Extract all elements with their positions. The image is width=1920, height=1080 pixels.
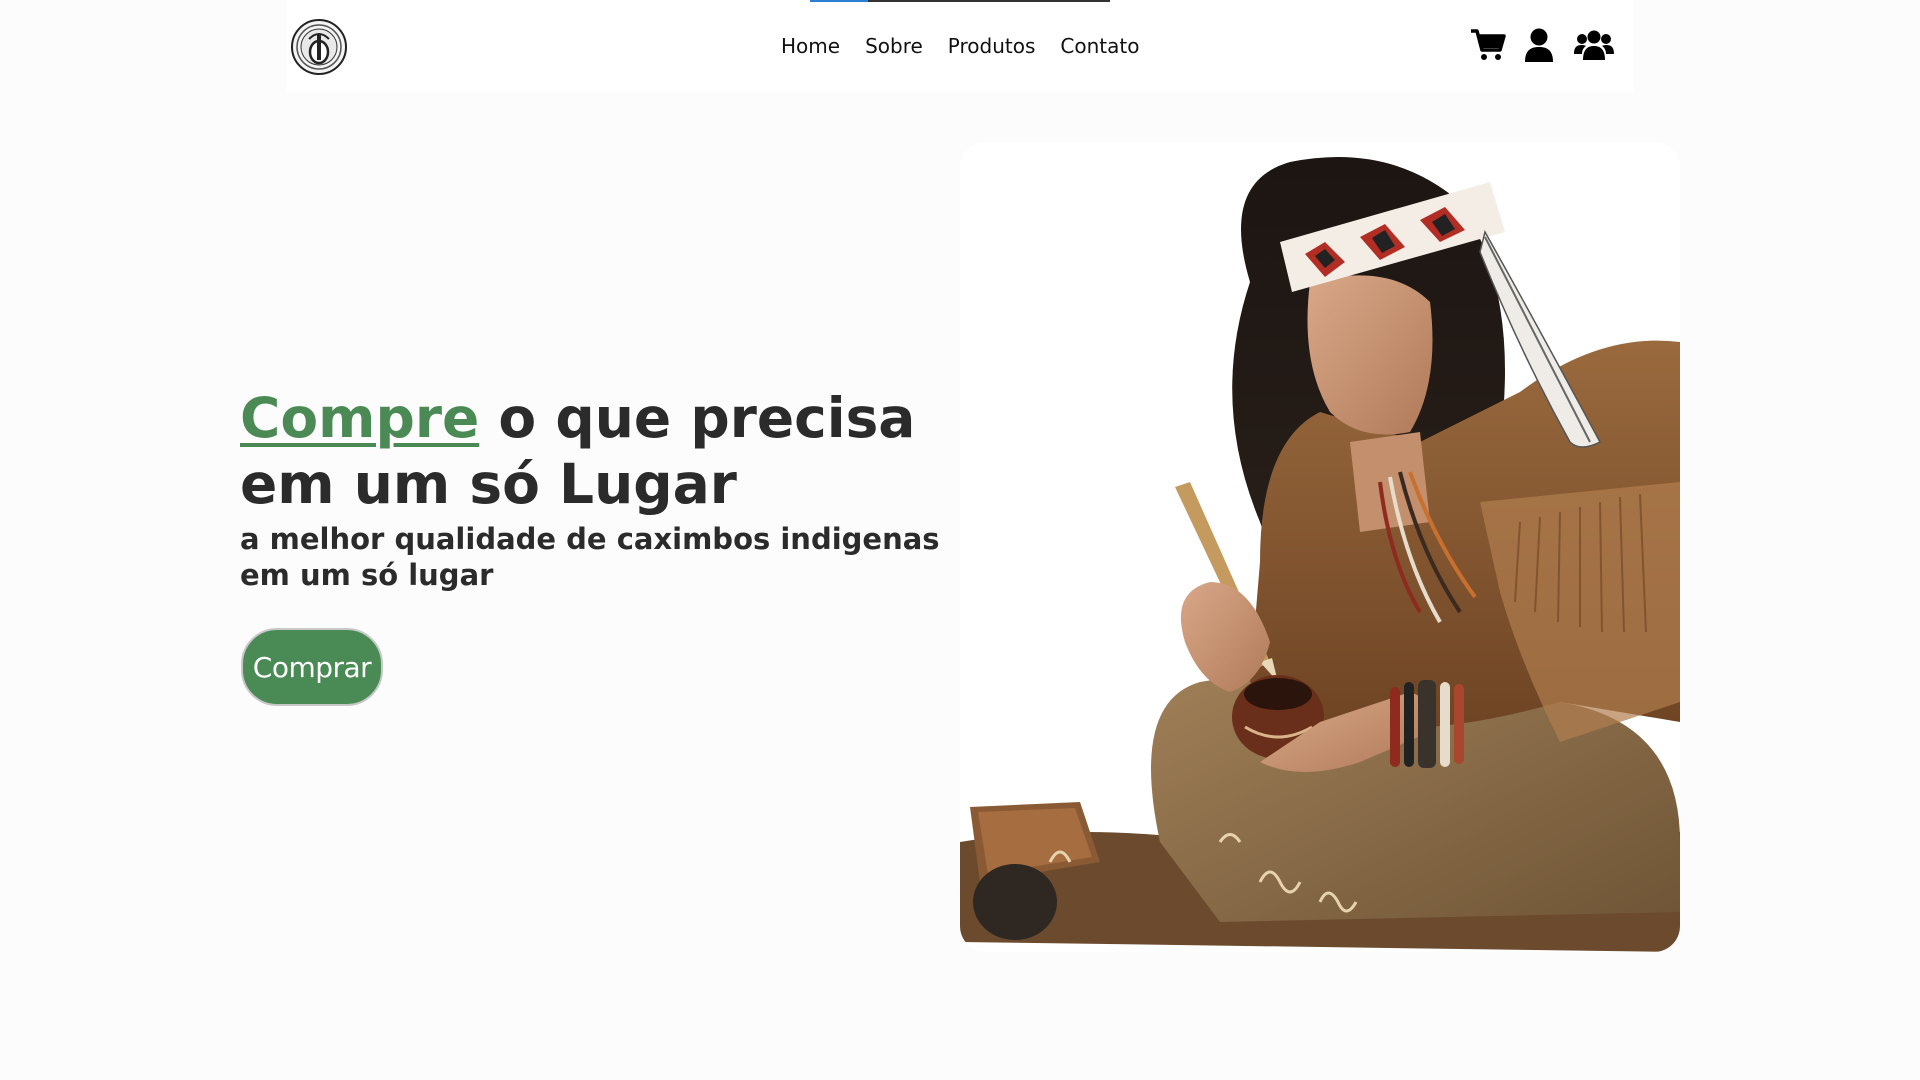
hero-subtitle: a melhor qualidade de caximbos indigenas… (240, 522, 940, 592)
nav-link-home[interactable]: Home (781, 34, 840, 58)
nav-link-produtos[interactable]: Produtos (948, 34, 1036, 58)
hero-section: Compre o que precisa em um só Lugar a me… (240, 385, 980, 593)
hero-title-accent[interactable]: Compre (240, 386, 479, 450)
nav-icons (1470, 27, 1614, 63)
nav-link-contato[interactable]: Contato (1060, 34, 1139, 58)
logo-emblem-icon (291, 19, 347, 75)
hero-image (960, 142, 1680, 952)
users-group-icon[interactable] (1574, 29, 1614, 61)
buy-button[interactable]: Comprar (241, 628, 383, 706)
shopping-cart-icon[interactable] (1470, 27, 1506, 63)
artisan-carving-pipe-illustration (960, 142, 1680, 952)
nav-active-indicator (810, 0, 1110, 2)
site-logo[interactable] (291, 19, 347, 75)
hero-title: Compre o que precisa em um só Lugar (240, 385, 980, 517)
nav-link-sobre[interactable]: Sobre (865, 34, 923, 58)
user-icon[interactable] (1524, 28, 1554, 62)
main-nav: Home Sobre Produtos Contato (781, 34, 1139, 58)
